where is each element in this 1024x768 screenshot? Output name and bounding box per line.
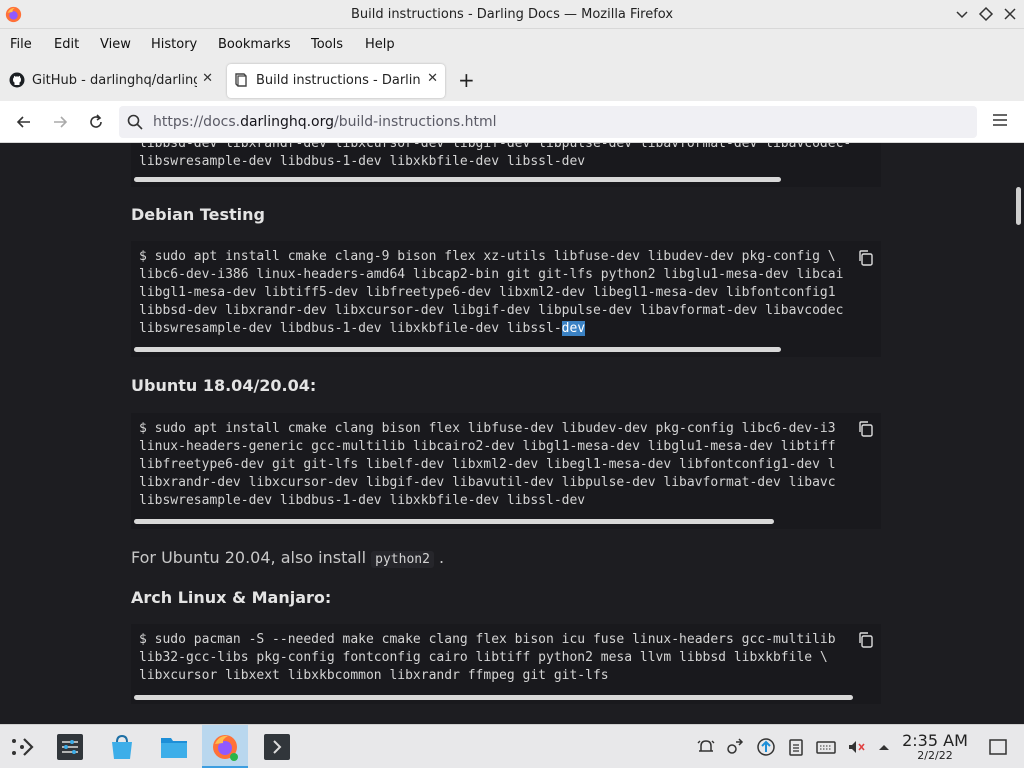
reload-icon: [90, 114, 102, 128]
horizontal-scrollbar[interactable]: [134, 695, 853, 700]
new-tab-button[interactable]: +: [458, 70, 475, 90]
task-firefox[interactable]: [202, 725, 248, 768]
url-text: https://docs.darlinghq.org/build-instruc…: [153, 114, 497, 130]
url-path: /build-instructions.html: [334, 114, 497, 130]
copy-icon[interactable]: [857, 631, 875, 649]
close-tab-icon[interactable]: ✕: [202, 71, 213, 86]
task-settings[interactable]: [47, 725, 93, 768]
reload-button[interactable]: [86, 112, 106, 132]
folder-icon: [161, 738, 187, 758]
close-icon: [1004, 8, 1016, 20]
menu-edit[interactable]: Edit: [54, 37, 79, 52]
volume-muted-icon[interactable]: [846, 737, 866, 757]
code-block-previous: libbsd-dev libxrandr-dev libxcursor-dev …: [131, 143, 881, 187]
arrow-left-icon: [16, 116, 30, 128]
window-titlebar: Build instructions - Darling Docs — Mozi…: [0, 0, 1024, 29]
menu-file[interactable]: File: [10, 37, 32, 52]
book-icon: [235, 73, 247, 87]
kde-connect-icon[interactable]: [725, 737, 745, 757]
code-block-arch: $ sudo pacman -S --needed make cmake cla…: [131, 624, 881, 704]
clock-date: 2/2/22: [917, 749, 953, 762]
terminal-icon: [264, 734, 290, 760]
settings-sliders-icon: [57, 734, 83, 760]
firefox-icon: [213, 735, 238, 761]
notifications-icon[interactable]: [696, 737, 716, 757]
horizontal-scrollbar[interactable]: [134, 519, 774, 524]
clock-time: 2:35 AM: [902, 731, 968, 750]
hamburger-menu-icon[interactable]: [992, 113, 1008, 127]
maximize-button[interactable]: [977, 5, 995, 23]
tab-label: Build instructions - Darling: [256, 73, 421, 88]
code-text: libbsd-dev libxrandr-dev libxcursor-dev …: [139, 143, 852, 169]
tab-build-instructions[interactable]: Build instructions - Darling ✕: [227, 64, 445, 98]
ubuntu-note: For Ubuntu 20.04, also install python2 .: [131, 548, 445, 568]
menu-tools[interactable]: Tools: [311, 37, 343, 52]
back-button[interactable]: [14, 112, 34, 132]
app-launcher[interactable]: [0, 725, 46, 768]
tab-label: GitHub - darlinghq/darling: [32, 73, 197, 88]
task-terminal[interactable]: [254, 725, 300, 768]
tab-strip: GitHub - darlinghq/darling ✕ Build instr…: [0, 60, 1024, 101]
github-icon: [9, 72, 25, 88]
heading-debian-testing: Debian Testing: [131, 205, 265, 224]
tab-github[interactable]: GitHub - darlinghq/darling ✕: [3, 64, 220, 98]
task-file-manager[interactable]: [151, 725, 197, 768]
close-window-button[interactable]: [1001, 5, 1019, 23]
search-icon: [127, 114, 143, 130]
task-discover[interactable]: [99, 725, 145, 768]
forward-button[interactable]: [50, 112, 70, 132]
inline-code: python2: [371, 551, 434, 568]
code-block-debian: $ sudo apt install cmake clang-9 bison f…: [131, 241, 881, 357]
code-block-ubuntu: $ sudo apt install cmake clang bison fle…: [131, 413, 881, 529]
show-desktop-icon[interactable]: [988, 737, 1008, 757]
minimize-button[interactable]: [953, 5, 971, 23]
navigation-toolbar: https://docs.darlinghq.org/build-instruc…: [0, 101, 1024, 143]
diamond-icon: [978, 6, 994, 22]
code-text: $ sudo apt install cmake clang bison fle…: [139, 421, 836, 508]
code-text: $ sudo apt install cmake clang-9 bison f…: [139, 249, 844, 336]
note-punctuation: .: [439, 548, 445, 567]
url-domain: darlinghq.org: [240, 114, 335, 130]
copy-icon[interactable]: [857, 249, 875, 267]
launcher-icon: [12, 738, 34, 756]
horizontal-scrollbar[interactable]: [134, 177, 781, 182]
keyboard-icon[interactable]: [816, 737, 836, 757]
copy-icon[interactable]: [857, 420, 875, 438]
chevron-down-icon: [956, 11, 968, 19]
taskbar: 2:35 AM 2/2/22: [0, 724, 1024, 768]
menu-bookmarks[interactable]: Bookmarks: [218, 37, 291, 52]
clipboard-icon[interactable]: [786, 737, 806, 757]
clock[interactable]: 2:35 AM 2/2/22: [898, 731, 972, 762]
code-text: $ sudo pacman -S --needed make cmake cla…: [139, 632, 836, 683]
shopping-bag-icon: [112, 734, 132, 759]
update-icon[interactable]: [756, 737, 776, 757]
heading-arch-linux: Arch Linux & Manjaro:: [131, 588, 332, 607]
page-content: libbsd-dev libxrandr-dev libxcursor-dev …: [0, 143, 1024, 724]
url-prefix: https://docs.: [153, 114, 241, 130]
arrow-right-icon: [54, 116, 68, 128]
menu-view[interactable]: View: [100, 37, 131, 52]
heading-ubuntu: Ubuntu 18.04/20.04:: [131, 376, 317, 395]
menu-help[interactable]: Help: [365, 37, 395, 52]
url-bar[interactable]: https://docs.darlinghq.org/build-instruc…: [119, 106, 977, 138]
vertical-scrollbar[interactable]: [1016, 187, 1021, 225]
window-title: Build instructions - Darling Docs — Mozi…: [350, 7, 674, 22]
menu-bar: File Edit View History Bookmarks Tools H…: [0, 29, 1024, 60]
close-tab-icon[interactable]: ✕: [427, 71, 438, 86]
menu-history[interactable]: History: [151, 37, 197, 52]
horizontal-scrollbar[interactable]: [134, 347, 781, 352]
chevron-up-icon[interactable]: [874, 737, 894, 757]
selected-text: dev: [561, 321, 586, 336]
note-text: For Ubuntu 20.04, also install: [131, 548, 367, 567]
